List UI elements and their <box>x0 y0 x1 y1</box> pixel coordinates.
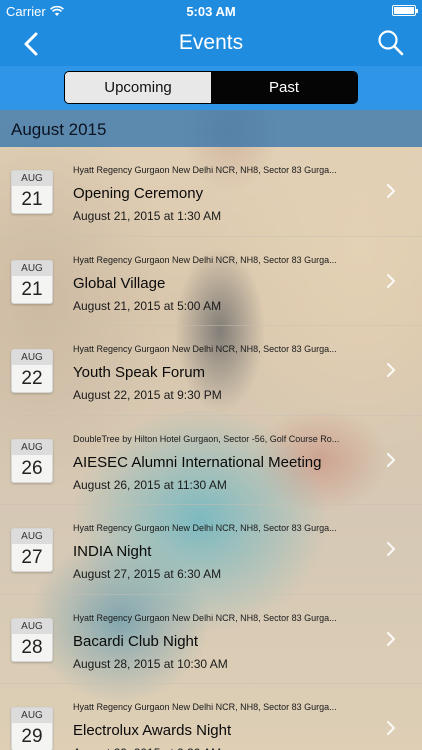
event-row[interactable]: AUG 21 Hyatt Regency Gurgaon New Delhi N… <box>0 237 422 327</box>
date-badge-month: AUG <box>12 708 52 723</box>
section-header: August 2015 <box>0 110 422 147</box>
event-venue: Hyatt Regency Gurgaon New Delhi NCR, NH8… <box>73 254 337 265</box>
event-venue: DoubleTree by Hilton Hotel Gurgaon, Sect… <box>73 433 340 444</box>
date-badge-day: 26 <box>21 457 43 479</box>
chevron-right-icon <box>386 452 396 467</box>
date-badge: AUG 28 <box>11 617 53 662</box>
event-time: August 21, 2015 at 5:00 AM <box>73 298 222 313</box>
page-title: Events <box>178 31 244 54</box>
event-time: August 22, 2015 at 9:30 PM <box>73 388 222 402</box>
event-venue: Hyatt Regency Gurgaon New Delhi NCR, NH8… <box>73 344 337 354</box>
event-time: August 28, 2015 at 10:30 AM <box>73 656 228 671</box>
event-row[interactable]: AUG 27 Hyatt Regency Gurgaon New Delhi N… <box>0 505 422 595</box>
date-badge-day: 22 <box>21 368 43 389</box>
battery-icon <box>392 5 418 16</box>
chevron-right-icon <box>386 541 396 557</box>
date-badge: AUG 22 <box>11 349 53 393</box>
date-badge-day: 28 <box>21 636 43 658</box>
event-title: AIESEC Alumni International Meeting <box>73 453 322 471</box>
event-row[interactable]: AUG 21 Hyatt Regency Gurgaon New Delhi N… <box>0 147 422 237</box>
event-title: Electrolux Awards Night <box>73 722 232 739</box>
tab-upcoming[interactable]: Upcoming <box>65 72 211 103</box>
date-badge-month: AUG <box>12 260 52 276</box>
navigation-bar: Events <box>0 22 422 66</box>
date-badge: AUG 27 <box>11 528 53 572</box>
event-title: Youth Speak Forum <box>73 364 206 381</box>
date-badge-month: AUG <box>12 439 52 455</box>
event-title: INDIA Night <box>73 543 152 560</box>
chevron-right-icon <box>386 273 396 288</box>
status-time: 5:03 AM <box>186 4 236 19</box>
event-row[interactable]: AUG 29 Hyatt Regency Gurgaon New Delhi N… <box>0 684 422 750</box>
date-badge-day: 29 <box>21 726 43 747</box>
date-badge: AUG 21 <box>11 170 53 214</box>
tab-past[interactable]: Past <box>211 72 357 103</box>
chevron-right-icon <box>386 720 396 736</box>
event-title: Opening Ceremony <box>73 185 204 202</box>
event-venue: Hyatt Regency Gurgaon New Delhi NCR, NH8… <box>73 612 337 623</box>
event-title: Bacardi Club Night <box>73 632 199 650</box>
segment-bar: Upcoming Past <box>0 66 422 110</box>
date-badge-month: AUG <box>12 171 52 186</box>
chevron-right-icon <box>386 631 396 646</box>
event-time: August 27, 2015 at 6:30 AM <box>73 567 222 581</box>
event-time: August 29, 2015 at 9:30 AM <box>73 746 221 750</box>
date-badge: AUG 29 <box>11 707 53 750</box>
date-badge-day: 27 <box>21 547 43 568</box>
search-icon <box>378 30 404 56</box>
date-badge-day: 21 <box>21 278 43 300</box>
date-badge: AUG 21 <box>11 259 53 304</box>
event-row[interactable]: AUG 28 Hyatt Regency Gurgaon New Delhi N… <box>0 595 422 685</box>
event-row[interactable]: AUG 26 DoubleTree by Hilton Hotel Gurgao… <box>0 416 422 506</box>
event-venue: Hyatt Regency Gurgaon New Delhi NCR, NH8… <box>73 702 337 712</box>
date-badge-month: AUG <box>12 618 52 634</box>
event-time: August 21, 2015 at 1:30 AM <box>73 209 222 223</box>
date-badge-month: AUG <box>12 529 52 544</box>
status-bar: Carrier 5:03 AM <box>0 0 422 22</box>
search-button[interactable] <box>376 28 406 58</box>
event-venue: Hyatt Regency Gurgaon New Delhi NCR, NH8… <box>73 523 337 533</box>
event-venue: Hyatt Regency Gurgaon New Delhi NCR, NH8… <box>73 165 337 175</box>
chevron-right-icon <box>386 362 396 378</box>
date-badge: AUG 26 <box>11 438 53 483</box>
date-badge-month: AUG <box>12 350 52 365</box>
event-row[interactable]: AUG 22 Hyatt Regency Gurgaon New Delhi N… <box>0 326 422 416</box>
date-badge-day: 21 <box>21 189 43 210</box>
event-filter-segmented-control: Upcoming Past <box>64 71 358 104</box>
event-list: AUG 21 Hyatt Regency Gurgaon New Delhi N… <box>0 147 422 750</box>
chevron-right-icon <box>386 183 396 199</box>
event-title: Global Village <box>73 274 166 292</box>
event-time: August 26, 2015 at 11:30 AM <box>73 477 227 492</box>
